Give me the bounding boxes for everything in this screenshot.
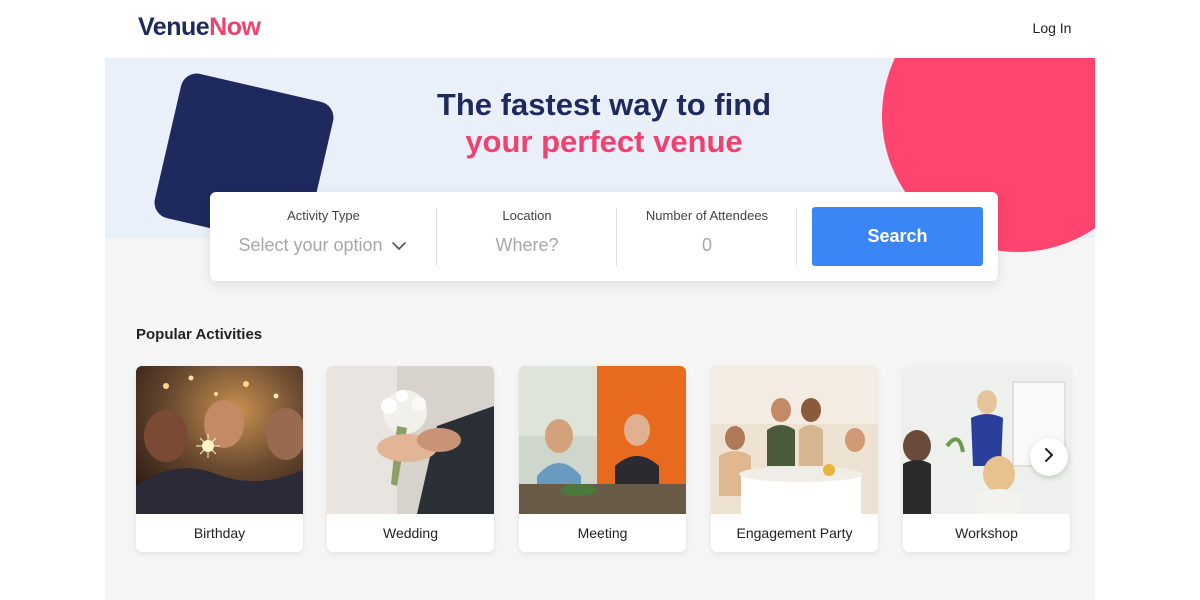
popular-activities-title: Popular Activities xyxy=(136,326,263,343)
birthday-photo xyxy=(136,366,303,514)
activity-card-label: Engagement Party xyxy=(736,525,853,541)
activity-type-value: Select your option xyxy=(238,235,383,255)
hero-headline: The fastest way to find your perfect ven… xyxy=(105,86,1095,160)
wedding-photo xyxy=(327,366,494,514)
location-field[interactable]: Location Where? xyxy=(437,192,617,281)
page: VenueNow Log In The fastest way to find … xyxy=(0,0,1200,600)
activity-card-label: Workshop xyxy=(955,525,1018,541)
activity-card-label: Wedding xyxy=(382,525,438,541)
activity-card-birthday[interactable]: Birthday xyxy=(136,366,303,552)
chevron-right-icon xyxy=(1042,447,1056,467)
attendees-input[interactable]: 0 xyxy=(617,235,797,256)
chevron-down-icon xyxy=(391,240,407,252)
location-label: Location xyxy=(502,208,552,223)
activity-card-label: Meeting xyxy=(577,525,628,541)
logo-part-venue: Venue xyxy=(138,13,210,41)
engagement-party-photo xyxy=(711,366,878,514)
divider xyxy=(796,208,797,266)
headline-line-1: The fastest way to find xyxy=(436,87,772,122)
location-input[interactable]: Where? xyxy=(437,235,617,256)
activity-type-label: Activity Type xyxy=(287,208,360,223)
search-button[interactable]: Search xyxy=(812,207,983,266)
headline-line-2: your perfect venue xyxy=(465,124,743,159)
logo[interactable]: VenueNow xyxy=(138,13,261,42)
activity-card-wedding[interactable]: Wedding xyxy=(327,366,494,552)
activity-card-label: Birthday xyxy=(193,525,246,541)
logo-part-now: Now xyxy=(209,13,261,41)
activity-type-select[interactable]: Activity Type Select your option xyxy=(210,192,437,281)
carousel-next-button[interactable] xyxy=(1030,438,1068,476)
attendees-field[interactable]: Number of Attendees 0 xyxy=(617,192,797,281)
search-card: Activity Type Select your option Locatio… xyxy=(210,192,998,281)
attendees-label: Number of Attendees xyxy=(645,208,769,223)
login-link[interactable]: Log In xyxy=(1026,20,1078,36)
main-content: The fastest way to find your perfect ven… xyxy=(105,58,1095,600)
activity-card-meeting[interactable]: Meeting xyxy=(519,366,686,552)
meeting-photo xyxy=(519,366,686,514)
activity-card-engagement-party[interactable]: Engagement Party xyxy=(711,366,878,552)
